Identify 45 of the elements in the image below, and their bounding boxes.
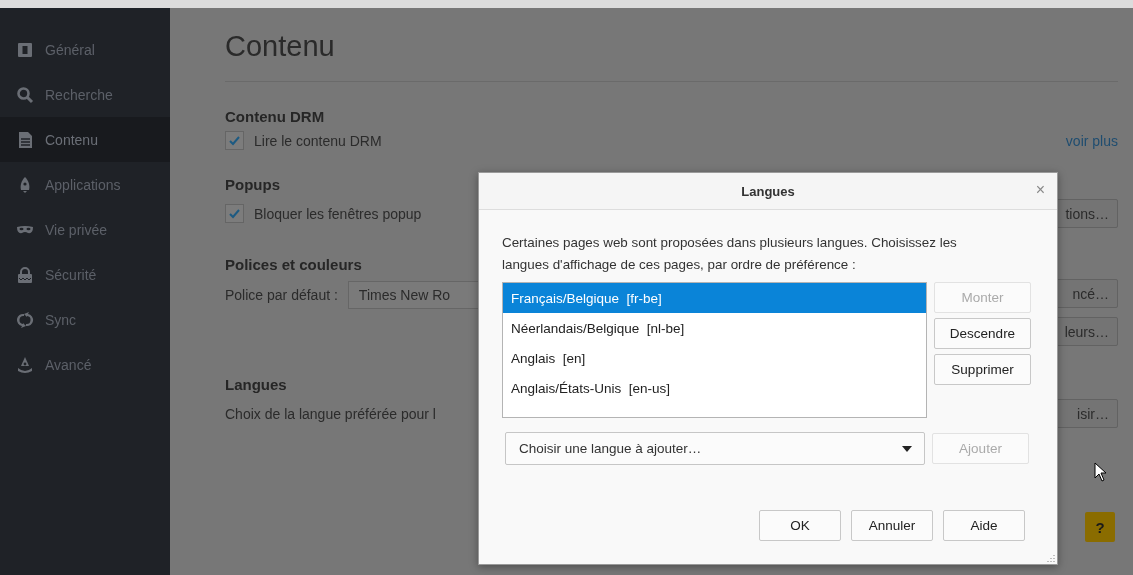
list-button[interactable]: Supprimer — [934, 354, 1031, 385]
section-heading: Contenu DRM — [225, 108, 325, 125]
category-icon — [16, 85, 34, 104]
language-item[interactable]: Français/Belgique [fr-be] — [503, 283, 926, 313]
checkmark-icon — [228, 134, 241, 147]
help-button[interactable]: ? — [1085, 512, 1115, 542]
checkbox[interactable] — [225, 204, 244, 223]
category-icon — [16, 130, 34, 149]
dialog-button[interactable]: Aide — [943, 510, 1025, 541]
language-dropdown[interactable]: Choisir une langue à ajouter… — [505, 432, 925, 465]
checkbox-label: Bloquer les fenêtres popup — [254, 205, 422, 222]
language-item[interactable]: Néerlandais/Belgique [nl-be] — [503, 313, 926, 343]
section-heading: Popups — [225, 176, 280, 193]
dialog-button[interactable]: Annuler — [851, 510, 933, 541]
sidebar-item[interactable]: Recherche — [0, 72, 170, 117]
checkbox[interactable] — [225, 131, 244, 150]
field-label: Police par défaut : — [225, 287, 338, 303]
language-item[interactable]: Anglais [en] — [503, 343, 926, 373]
section-heading: Langues — [225, 376, 287, 393]
sidebar-item[interactable]: Applications — [0, 162, 170, 207]
category-icon — [16, 355, 34, 374]
cursor-icon — [1094, 462, 1108, 482]
dialog-button[interactable]: OK — [759, 510, 841, 541]
section-description: Choix de la langue préférée pour l — [225, 405, 436, 422]
dialog-description: Certaines pages web sont proposées dans plusieurs langues. Choisissez les langues d'affichage de ces pages, par ordre de préférence : — [502, 234, 958, 274]
category-icon — [16, 40, 34, 59]
category-icon — [16, 265, 34, 284]
checkbox-label: Lire le contenu DRM — [254, 132, 382, 149]
sidebar-item[interactable]: Général — [0, 27, 170, 72]
close-button[interactable]: × — [1031, 179, 1049, 201]
list-button[interactable]: Descendre — [934, 318, 1031, 349]
language-item[interactable]: Anglais/États-Unis [en-us] — [503, 373, 926, 403]
resize-grip-icon — [1046, 553, 1055, 562]
caret-icon — [902, 445, 912, 452]
sidebar-item[interactable]: Contenu — [0, 117, 170, 162]
sidebar-item[interactable]: Sécurité — [0, 252, 170, 297]
sidebar-item[interactable]: Vie privée — [0, 207, 170, 252]
page-title: Contenu — [225, 30, 336, 63]
sidebar-item[interactable]: Sync — [0, 297, 170, 342]
link[interactable]: voir plus — [1065, 132, 1118, 149]
section-heading: Polices et couleurs — [225, 256, 362, 273]
sidebar-item[interactable]: Avancé — [0, 342, 170, 387]
category-icon — [16, 310, 34, 329]
dialog-title: Langues — [741, 183, 795, 199]
checkmark-icon — [228, 207, 241, 220]
